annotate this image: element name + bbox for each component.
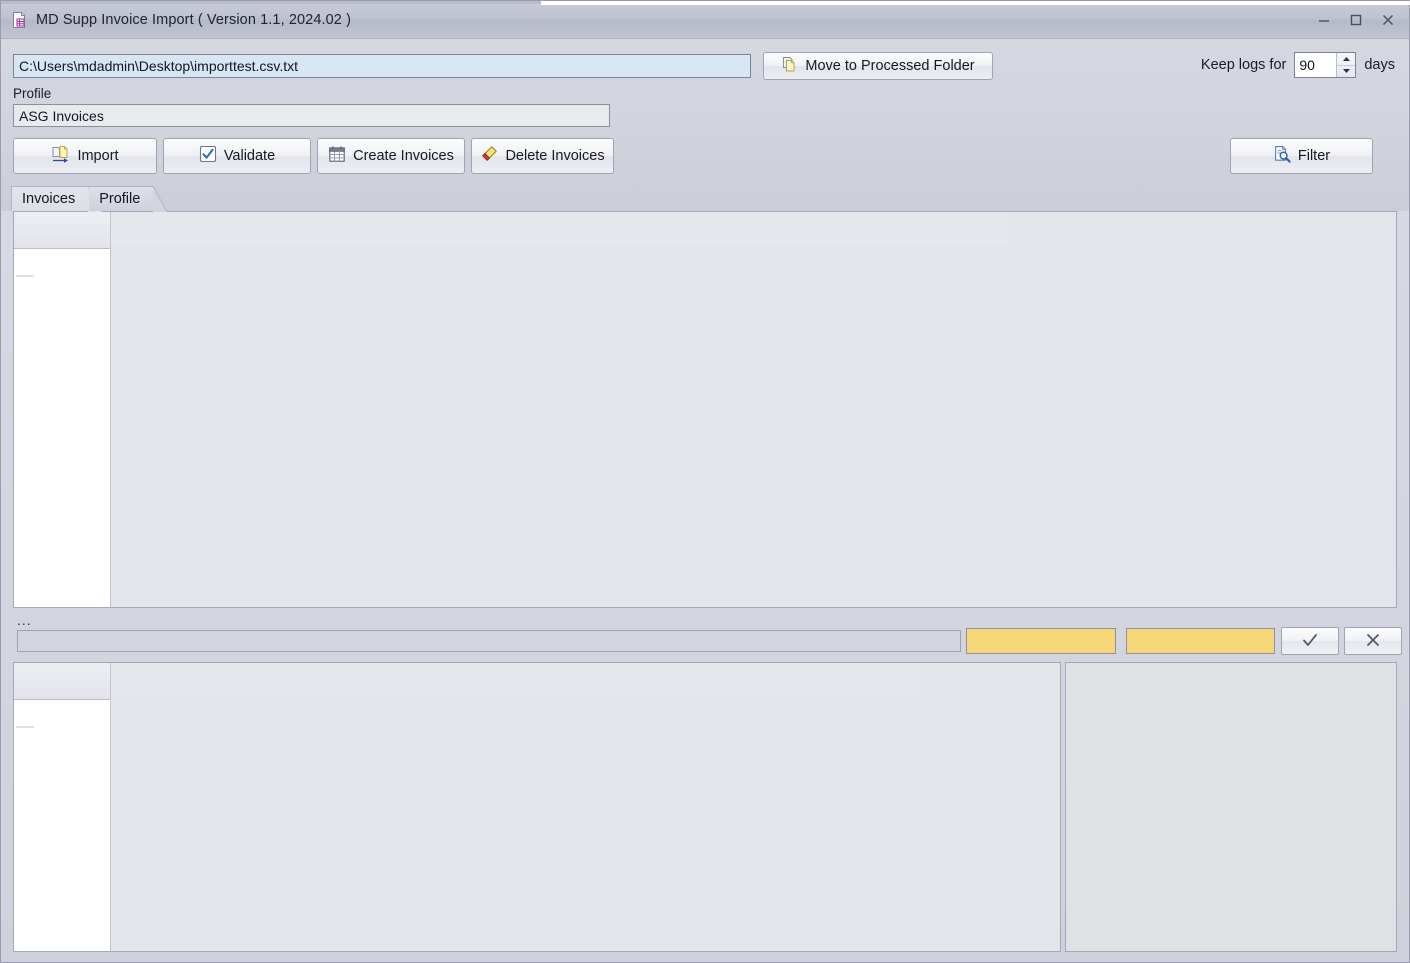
action-row: Import Validate Create Invoices Delete I… [1, 135, 1409, 185]
maximize-icon[interactable] [1341, 7, 1371, 33]
toolbar-region: C:\Users\mdadmin\Desktop\importtest.csv.… [1, 39, 1409, 212]
invoices-grid-row-header-column [14, 212, 111, 607]
keep-logs-stepper[interactable]: 90 [1294, 52, 1357, 78]
detail-grid[interactable] [13, 662, 1061, 952]
import-button-label: Import [77, 148, 119, 164]
detail-grid-body[interactable] [111, 663, 1060, 951]
import-document-icon [51, 145, 70, 168]
detail-grid-row-strip[interactable] [14, 700, 110, 951]
keep-logs-days-label: days [1364, 57, 1395, 73]
detail-grid-corner-header-cell[interactable] [14, 663, 110, 700]
move-to-processed-folder-button[interactable]: Move to Processed Folder [763, 52, 993, 80]
side-detail-panel[interactable] [1065, 662, 1397, 952]
import-file-path-input[interactable]: C:\Users\mdadmin\Desktop\importtest.csv.… [13, 54, 751, 78]
action-button-group: Import Validate Create Invoices Delete I… [13, 138, 614, 174]
keep-logs-label: Keep logs for [1200, 57, 1287, 73]
detail-grid-row-marker [16, 726, 34, 728]
validate-button-label: Validate [223, 148, 276, 164]
document-search-icon [1273, 145, 1291, 167]
editor-bar: ... [13, 612, 1402, 662]
create-invoices-button-label: Create Invoices [353, 148, 454, 164]
validate-button[interactable]: Validate [163, 138, 311, 174]
editor-bar-text-input[interactable] [17, 630, 961, 652]
window-controls [1309, 7, 1403, 33]
editor-bar-cancel-button[interactable] [1344, 627, 1402, 655]
tab-profile-slant [153, 186, 168, 212]
check-icon [1300, 630, 1320, 653]
profile-input[interactable]: ASG Invoices [13, 104, 610, 127]
tab-invoices[interactable]: Invoices [11, 186, 103, 212]
editor-bar-ellipsis-label: ... [17, 612, 32, 628]
path-row: C:\Users\mdadmin\Desktop\importtest.csv.… [1, 49, 1409, 83]
keep-logs-spin-buttons[interactable] [1336, 53, 1356, 78]
keep-logs-control: Keep logs for 90 days [1201, 52, 1395, 78]
import-button[interactable]: Import [13, 138, 157, 174]
detail-grid-row-header-column [14, 663, 111, 951]
content-region: ... [1, 211, 1409, 962]
tab-profile-label: Profile [99, 191, 141, 207]
filter-button[interactable]: Filter [1230, 138, 1373, 174]
tab-profile[interactable]: Profile [89, 186, 168, 212]
application-window: MD Supp Invoice Import ( Version 1.1, 20… [0, 0, 1410, 963]
close-icon[interactable] [1373, 7, 1403, 33]
calendar-grid-icon [328, 145, 346, 167]
spinner-down-icon[interactable] [1337, 66, 1355, 78]
bottom-region [13, 662, 1397, 952]
delete-invoices-button[interactable]: Delete Invoices [471, 138, 614, 174]
editor-bar-highlight-field-2[interactable] [1126, 628, 1275, 654]
tab-strip: Invoices Profile [11, 185, 1409, 212]
profile-row: Profile ASG Invoices [13, 86, 1409, 127]
keep-logs-input[interactable]: 90 [1295, 53, 1337, 77]
eraser-icon [480, 145, 498, 167]
copy-document-icon [781, 56, 798, 77]
titlebar-edge-right [541, 1, 1410, 5]
editor-bar-highlight-field-1[interactable] [966, 628, 1116, 654]
profile-label: Profile [13, 86, 52, 101]
tab-invoices-label: Invoices [22, 191, 76, 207]
spinner-up-icon[interactable] [1337, 53, 1356, 66]
invoices-grid-corner-header-cell[interactable] [14, 212, 110, 249]
detail-grid-column-header-row[interactable] [111, 663, 921, 695]
minimize-icon[interactable] [1309, 7, 1339, 33]
invoices-grid-row-marker [16, 275, 34, 277]
move-to-processed-folder-label: Move to Processed Folder [805, 58, 975, 74]
close-x-icon [1363, 630, 1383, 653]
invoices-grid[interactable] [13, 211, 1397, 608]
checkbox-checked-icon [199, 145, 217, 167]
title-bar: MD Supp Invoice Import ( Version 1.1, 20… [1, 1, 1410, 39]
filter-button-label: Filter [1297, 148, 1331, 164]
invoices-grid-column-header-row[interactable] [111, 212, 1008, 246]
editor-bar-accept-button[interactable] [1281, 627, 1339, 655]
invoices-grid-row-strip[interactable] [14, 249, 110, 607]
titlebar-edge-left [1, 1, 541, 4]
create-invoices-button[interactable]: Create Invoices [317, 138, 465, 174]
invoices-grid-body[interactable] [111, 212, 1396, 607]
delete-invoices-button-label: Delete Invoices [505, 148, 605, 164]
window-title: MD Supp Invoice Import ( Version 1.1, 20… [36, 11, 351, 28]
document-grid-icon [11, 11, 29, 29]
